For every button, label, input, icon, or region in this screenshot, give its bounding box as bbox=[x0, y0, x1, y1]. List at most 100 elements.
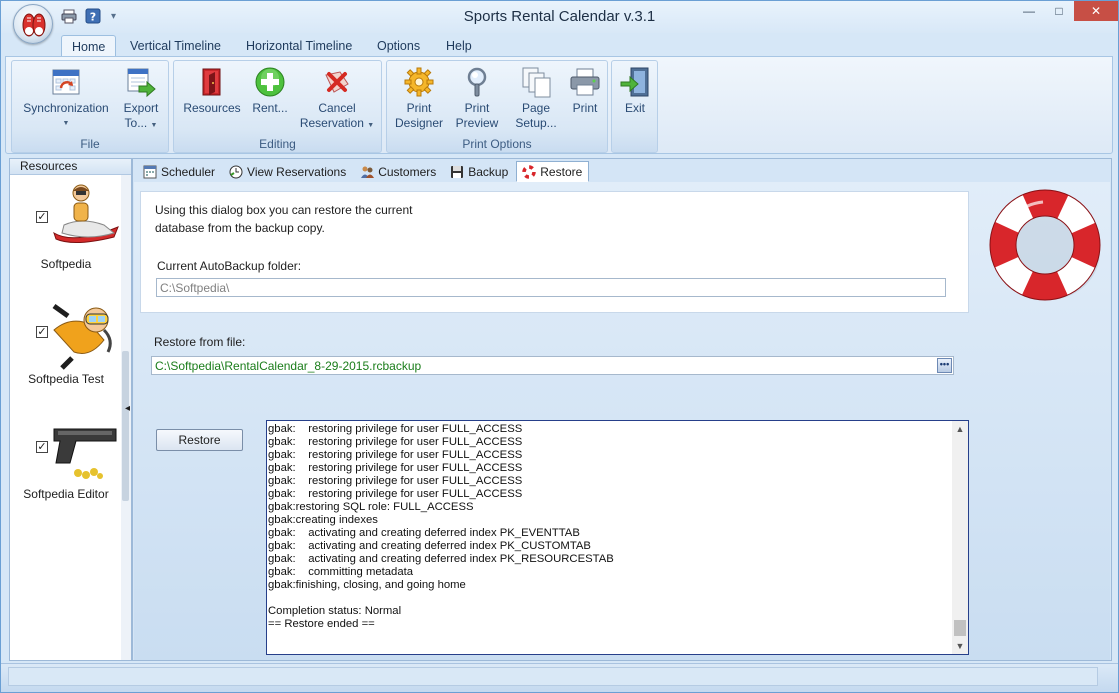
log-line: gbak: restoring privilege for user FULL_… bbox=[268, 449, 523, 461]
tab-customers[interactable]: Customers bbox=[354, 161, 443, 182]
restore-file-path: C:\Softpedia\RentalCalendar_8-29-2015.rc… bbox=[155, 359, 422, 373]
scheduler-icon bbox=[142, 164, 157, 179]
restore-log[interactable]: gbak: restoring privilege for user FULL_… bbox=[266, 420, 969, 655]
restore-description: Using this dialog box you can restore th… bbox=[155, 201, 455, 237]
log-line: gbak: restoring privilege for user FULL_… bbox=[268, 436, 523, 448]
log-scrollbar[interactable]: ▲ ▼ bbox=[952, 421, 968, 654]
restore-file-input[interactable]: C:\Softpedia\RentalCalendar_8-29-2015.rc… bbox=[151, 356, 954, 375]
resources-icon bbox=[194, 65, 230, 99]
exit-group: Exit bbox=[611, 60, 658, 153]
tab-help[interactable]: Help bbox=[436, 35, 482, 57]
resource-checkbox[interactable]: ✓ bbox=[36, 441, 48, 453]
scroll-up-icon[interactable]: ▲ bbox=[952, 421, 968, 437]
print-designer-button[interactable]: Print Designer bbox=[391, 65, 447, 131]
lifebuoy-illustration bbox=[989, 189, 1101, 301]
print-designer-label-1: Print bbox=[406, 101, 432, 115]
window-controls: — □ ✕ bbox=[1014, 1, 1118, 21]
log-line: gbak: committing metadata bbox=[268, 566, 414, 578]
tab-view-reservations[interactable]: View Reservations bbox=[223, 161, 353, 182]
cancel-label-1: Cancel bbox=[318, 101, 356, 115]
log-line: gbak: restoring privilege for user FULL_… bbox=[268, 475, 523, 487]
printer-icon bbox=[567, 65, 603, 99]
ribbon: Synchronization ▼ Export To... ▼ File Re… bbox=[5, 56, 1113, 154]
add-icon bbox=[252, 65, 288, 99]
exit-label: Exit bbox=[624, 101, 645, 115]
rent-label: Rent... bbox=[252, 101, 288, 115]
description-line-1: Using this dialog box you can restore th… bbox=[155, 203, 413, 217]
log-line: gbak: activating and creating deferred i… bbox=[268, 553, 614, 565]
autobackup-folder-label: Current AutoBackup folder: bbox=[157, 259, 302, 273]
log-line: gbak: restoring privilege for user FULL_… bbox=[268, 423, 523, 435]
tab-backup[interactable]: Backup bbox=[444, 161, 515, 182]
print-label: Print bbox=[572, 101, 598, 115]
status-bar bbox=[1, 663, 1118, 692]
tab-home[interactable]: Home bbox=[61, 35, 117, 57]
print-options-group-label: Print Options bbox=[462, 137, 532, 151]
cancel-reservation-button[interactable]: Cancel Reservation ▼ bbox=[298, 65, 376, 133]
app-menu-button[interactable] bbox=[13, 4, 53, 44]
tab-horizontal-timeline[interactable]: Horizontal Timeline bbox=[236, 35, 362, 57]
editing-group-label: Editing bbox=[259, 137, 296, 151]
close-button[interactable]: ✕ bbox=[1074, 1, 1118, 21]
browse-button[interactable]: ••• bbox=[937, 358, 952, 373]
description-line-2: database from the backup copy. bbox=[155, 221, 325, 235]
info-panel: Using this dialog box you can restore th… bbox=[140, 191, 969, 313]
page-setup-button[interactable]: Page Setup... bbox=[509, 65, 563, 131]
page-setup-label-2: Setup... bbox=[515, 116, 557, 130]
tab-options[interactable]: Options bbox=[367, 35, 430, 57]
title-bar: ? ▾ Sports Rental Calendar v.3.1 — □ ✕ bbox=[1, 1, 1118, 33]
log-line: gbak: activating and creating deferred i… bbox=[268, 540, 591, 552]
log-scroll-thumb[interactable] bbox=[954, 620, 966, 636]
pistol-image bbox=[53, 428, 117, 479]
log-line: gbak: restoring privilege for user FULL_… bbox=[268, 462, 523, 474]
synchronization-button[interactable]: Synchronization ▼ bbox=[18, 65, 114, 131]
synchronization-icon bbox=[48, 65, 84, 99]
file-group: Synchronization ▼ Export To... ▼ File bbox=[11, 60, 169, 153]
chevron-down-icon: ▼ bbox=[150, 122, 158, 129]
customers-icon bbox=[359, 164, 374, 179]
tab-vertical-timeline[interactable]: Vertical Timeline bbox=[120, 35, 231, 57]
log-lines: gbak: restoring privilege for user FULL_… bbox=[268, 423, 952, 631]
restore-button[interactable]: Restore bbox=[156, 429, 243, 451]
maximize-button[interactable]: □ bbox=[1044, 1, 1074, 21]
scroll-down-icon[interactable]: ▼ bbox=[952, 638, 968, 654]
print-preview-button[interactable]: Print Preview bbox=[451, 65, 503, 131]
tab-restore[interactable]: Restore bbox=[516, 161, 590, 182]
resources-scroll-thumb[interactable] bbox=[122, 351, 129, 501]
log-line: == Restore ended == bbox=[268, 618, 375, 630]
editing-group: Resources Rent... Cancel Reservation ▼ E… bbox=[173, 60, 382, 153]
export-label-1: Export bbox=[123, 101, 159, 115]
log-line: gbak:finishing, closing, and going home bbox=[268, 579, 466, 591]
minimize-button[interactable]: — bbox=[1014, 1, 1044, 21]
log-line: gbak:restoring SQL role: FULL_ACCESS bbox=[268, 501, 474, 513]
resources-pane: Resources ✓ Softpedia ✓ Softpedia Test ✓ bbox=[9, 158, 132, 661]
export-label-2: To... ▼ bbox=[124, 116, 158, 130]
log-line: Completion status: Normal bbox=[268, 605, 402, 617]
tab-backup-label: Backup bbox=[468, 164, 509, 179]
restore-panel: Using this dialog box you can restore th… bbox=[134, 182, 1110, 660]
rent-button[interactable]: Rent... bbox=[246, 65, 294, 116]
resources-scrollbar[interactable] bbox=[121, 175, 131, 660]
resource-checkbox[interactable]: ✓ bbox=[36, 211, 48, 223]
gear-icon bbox=[401, 65, 437, 99]
log-line: gbak:creating indexes bbox=[268, 514, 378, 526]
log-line: gbak: restoring privilege for user FULL_… bbox=[268, 488, 523, 500]
document-tabs: Scheduler View Reservations Customers Ba… bbox=[137, 161, 590, 183]
chevron-down-icon: ▼ bbox=[367, 122, 375, 129]
export-to-button[interactable]: Export To... ▼ bbox=[116, 65, 166, 133]
page-setup-label-1: Page bbox=[521, 101, 551, 115]
print-options-group: Print Designer Print Preview Page Setup.… bbox=[386, 60, 608, 153]
resource-checkbox[interactable]: ✓ bbox=[36, 326, 48, 338]
file-group-label: File bbox=[80, 137, 100, 151]
resources-button[interactable]: Resources bbox=[178, 65, 246, 116]
print-preview-label-1: Print bbox=[464, 101, 490, 115]
exit-button[interactable]: Exit bbox=[616, 65, 654, 116]
collapse-pane-icon[interactable]: ◂ bbox=[125, 403, 130, 414]
tab-restore-label: Restore bbox=[540, 164, 583, 179]
synchronization-label: Synchronization bbox=[23, 101, 109, 115]
print-button[interactable]: Print bbox=[565, 65, 605, 116]
tab-scheduler[interactable]: Scheduler bbox=[137, 161, 222, 182]
jet-ski-rider-image bbox=[53, 184, 119, 243]
status-panel bbox=[8, 667, 1098, 686]
